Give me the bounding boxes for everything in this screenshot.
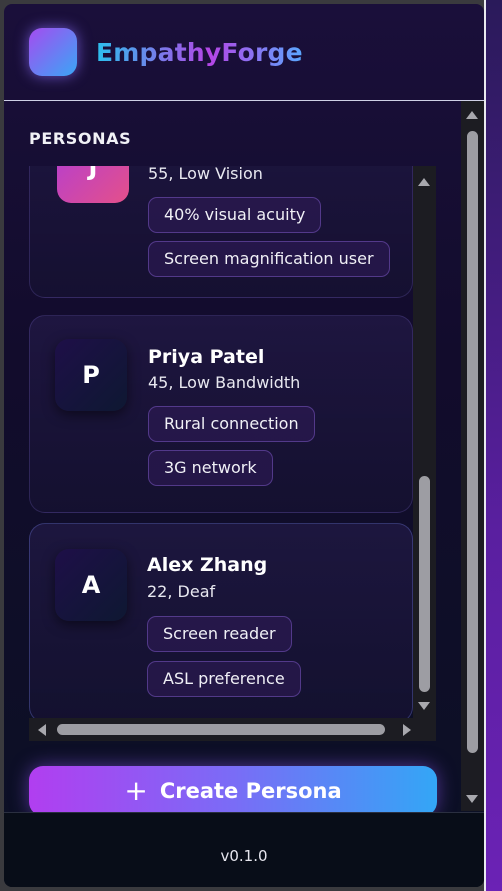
- create-persona-button[interactable]: + Create Persona: [29, 766, 437, 816]
- sidebar-scrollbar[interactable]: [461, 101, 484, 811]
- persona-list[interactable]: J 55, Low Vision 40% visual acuity Scree…: [29, 166, 413, 719]
- persona-name: Alex Zhang: [147, 554, 268, 576]
- avatar: J: [57, 166, 129, 203]
- list-vertical-scrollbar[interactable]: [413, 166, 436, 718]
- persona-tag: Rural connection: [148, 406, 315, 442]
- scroll-down-icon[interactable]: [418, 702, 430, 710]
- scroll-up-icon[interactable]: [466, 111, 478, 119]
- list-horizontal-scrollbar[interactable]: [29, 718, 436, 741]
- persona-tag: 40% visual acuity: [148, 197, 322, 233]
- persona-card[interactable]: A Alex Zhang 22, Deaf Screen reader ASL …: [29, 523, 413, 719]
- persona-meta: 22, Deaf: [147, 582, 216, 601]
- avatar: P: [55, 339, 127, 411]
- scroll-thumb[interactable]: [467, 131, 478, 753]
- avatar: A: [55, 549, 127, 621]
- scroll-left-icon[interactable]: [38, 724, 46, 736]
- brand-title: EmpathyForge: [96, 38, 303, 67]
- scroll-thumb[interactable]: [57, 724, 385, 735]
- app-window: EmpathyForge PERSONAS J 55, Low Vision 4…: [4, 4, 484, 887]
- persona-card[interactable]: P Priya Patel 45, Low Bandwidth Rural co…: [29, 315, 413, 513]
- footer: v0.1.0: [4, 812, 484, 887]
- section-label: PERSONAS: [29, 129, 132, 148]
- scroll-thumb[interactable]: [419, 476, 430, 692]
- window-edge: [484, 0, 502, 891]
- persona-tag: 3G network: [148, 450, 273, 486]
- header: EmpathyForge: [4, 4, 484, 101]
- persona-tag: ASL preference: [147, 661, 301, 697]
- persona-tag: Screen reader: [147, 616, 292, 652]
- app-logo-icon: [29, 28, 77, 76]
- persona-tag: Screen magnification user: [148, 241, 390, 277]
- scroll-up-icon[interactable]: [418, 178, 430, 186]
- create-persona-label: Create Persona: [159, 779, 342, 803]
- scroll-right-icon[interactable]: [403, 724, 411, 736]
- version-label: v0.1.0: [220, 847, 268, 865]
- persona-card[interactable]: J 55, Low Vision 40% visual acuity Scree…: [29, 166, 413, 298]
- persona-meta: 55, Low Vision: [148, 166, 263, 183]
- persona-name: Priya Patel: [148, 346, 265, 368]
- scroll-down-icon[interactable]: [466, 795, 478, 803]
- persona-meta: 45, Low Bandwidth: [148, 373, 301, 392]
- plus-icon: +: [124, 774, 148, 807]
